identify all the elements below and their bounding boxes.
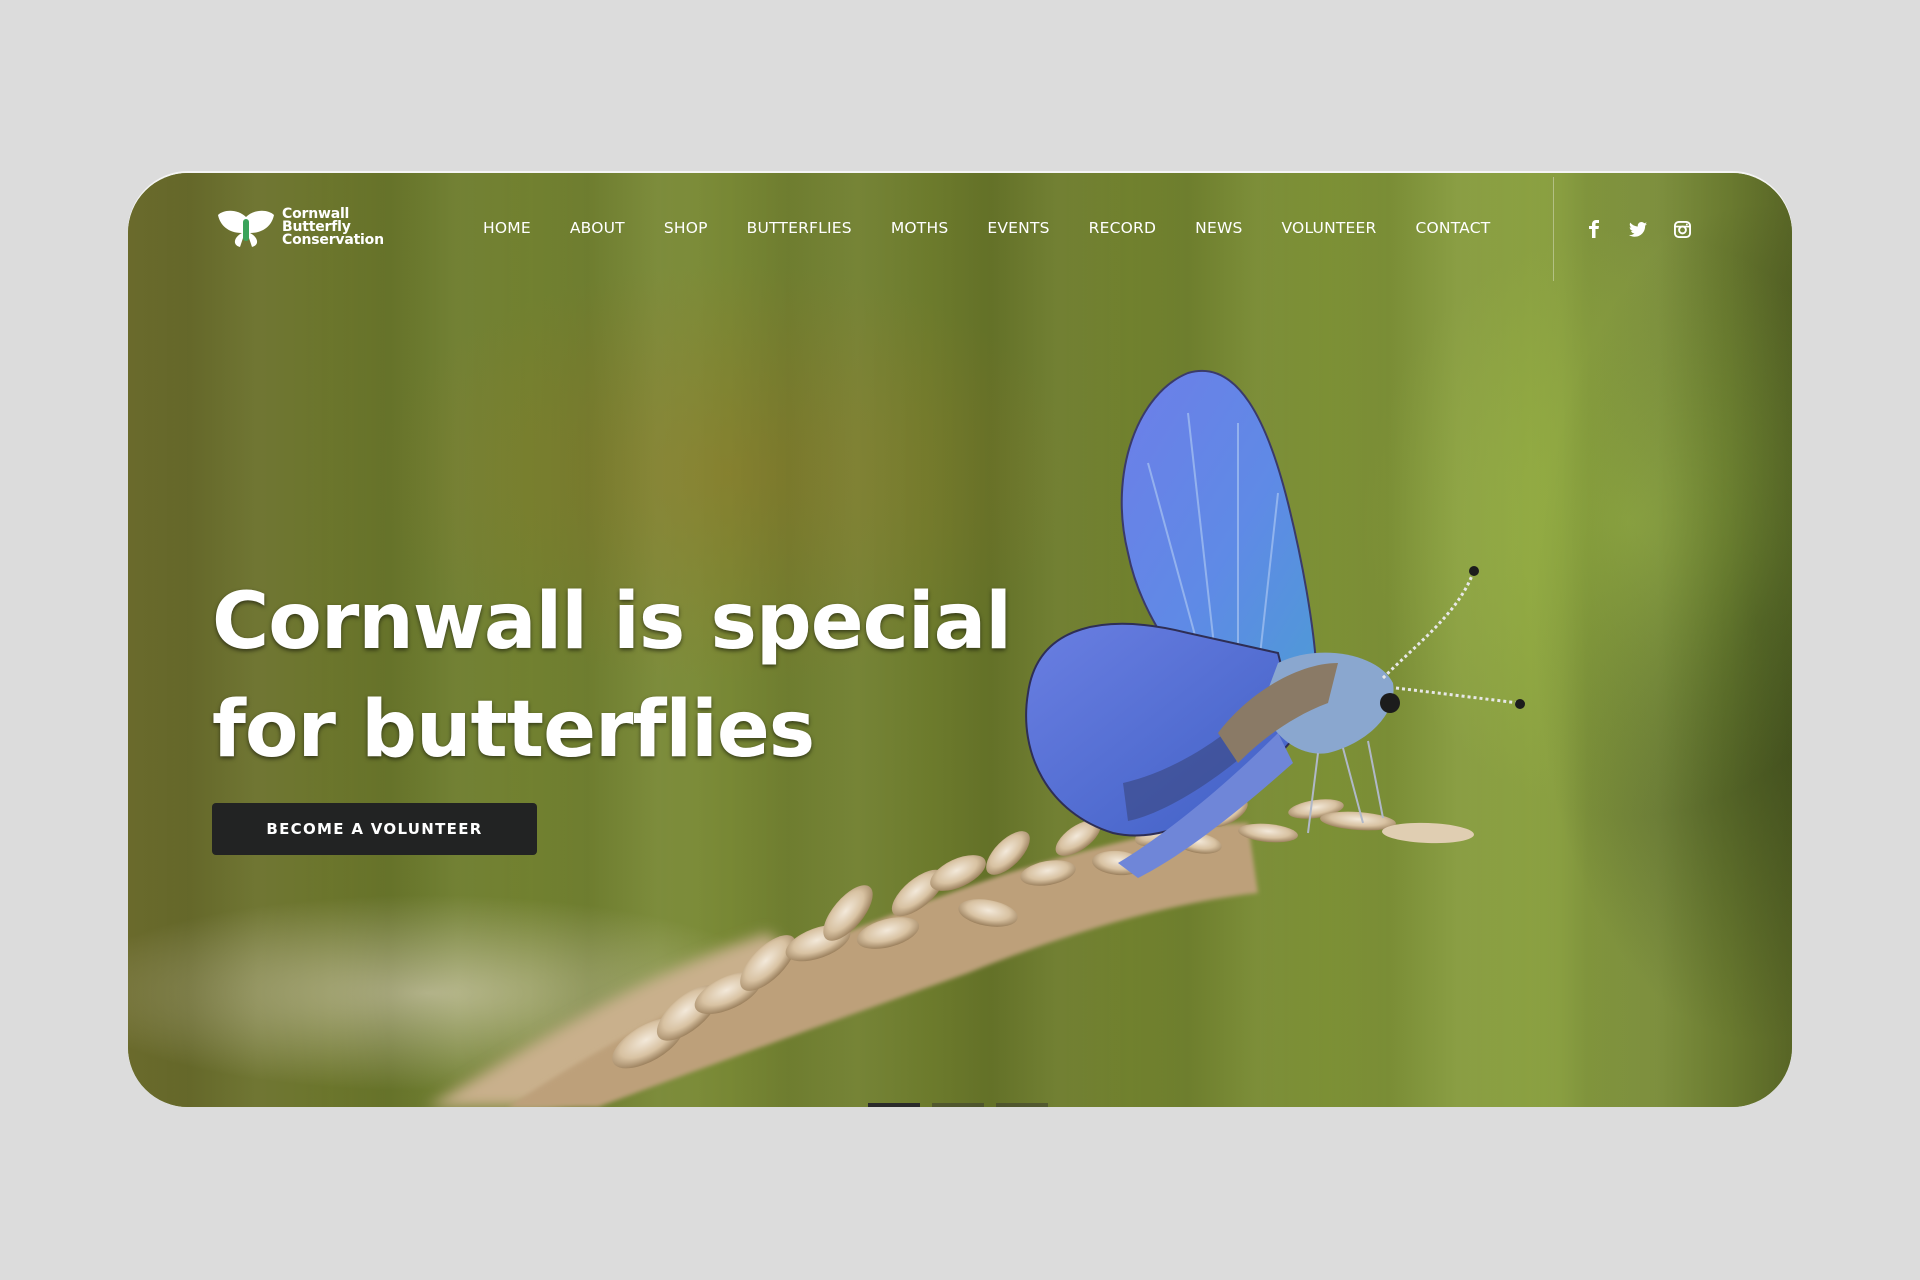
hero-title-line-1: Cornwall is special xyxy=(212,577,1012,667)
nav-item-volunteer[interactable]: VOLUNTEER xyxy=(1282,219,1377,237)
nav-divider xyxy=(1553,177,1554,281)
nav-item-home[interactable]: HOME xyxy=(483,219,531,237)
logo-text: Cornwall Butterfly Conservation xyxy=(282,205,384,248)
nav-item-about[interactable]: ABOUT xyxy=(570,219,625,237)
nav-item-events[interactable]: EVENTS xyxy=(987,219,1049,237)
become-volunteer-button[interactable]: BECOME A VOLUNTEER xyxy=(212,803,537,855)
nav-item-moths[interactable]: MOTHS xyxy=(891,219,949,237)
nav-item-news[interactable]: NEWS xyxy=(1195,219,1242,237)
site-logo[interactable]: Cornwall Butterfly Conservation xyxy=(216,207,384,247)
nav-item-contact[interactable]: CONTACT xyxy=(1416,219,1491,237)
nav-item-record[interactable]: RECORD xyxy=(1089,219,1157,237)
slide-indicator-2[interactable] xyxy=(932,1103,984,1107)
main-nav: HOME ABOUT SHOP BUTTERFLIES MOTHS EVENTS… xyxy=(483,219,1529,237)
slide-indicator-3[interactable] xyxy=(996,1103,1048,1107)
nav-item-butterflies[interactable]: BUTTERFLIES xyxy=(747,219,852,237)
hero-frame: Cornwall Butterfly Conservation HOME ABO… xyxy=(128,173,1792,1107)
hero-title: Cornwall is special for butterflies xyxy=(212,568,1112,784)
nav-item-shop[interactable]: SHOP xyxy=(664,219,708,237)
slide-indicator-1[interactable] xyxy=(868,1103,920,1107)
instagram-icon[interactable] xyxy=(1672,219,1692,239)
butterfly-logo-icon xyxy=(218,210,274,247)
social-links xyxy=(1584,219,1692,239)
hero-title-line-2: for butterflies xyxy=(212,685,815,775)
facebook-icon[interactable] xyxy=(1584,219,1604,239)
slider-indicators xyxy=(868,1103,1048,1107)
twitter-icon[interactable] xyxy=(1628,219,1648,239)
